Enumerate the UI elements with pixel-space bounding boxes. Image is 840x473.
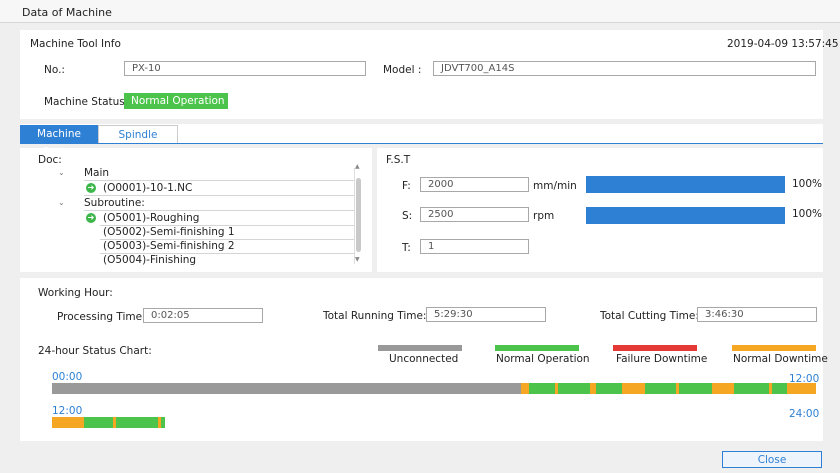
legend-swatch-failure-downtime xyxy=(613,345,697,351)
arrow-right-icon: ➜ xyxy=(86,183,96,193)
timeline-segment xyxy=(160,417,166,428)
doc-scrollbar-thumb[interactable] xyxy=(356,178,361,252)
tab-spindle[interactable]: Spindle xyxy=(98,125,178,143)
legend-label-normal-operation: Normal Operation xyxy=(496,353,590,365)
spindle-label: S: xyxy=(402,210,413,222)
tree-line xyxy=(84,210,354,211)
feed-label: F: xyxy=(402,180,411,192)
status-chart-title: 24-hour Status Chart: xyxy=(38,345,152,357)
legend-swatch-unconnected xyxy=(378,345,462,351)
datetime-display: 2019-04-09 13:57:45 xyxy=(727,38,839,50)
machine-status-label: Machine Status: xyxy=(44,96,129,108)
fst-title: F.S.T xyxy=(386,154,411,166)
processing-time-field[interactable]: 0:02:05 xyxy=(143,308,263,323)
timeline-segment xyxy=(558,383,590,394)
doc-label: Doc: xyxy=(38,154,62,166)
spindle-field[interactable]: 2500 xyxy=(420,207,529,222)
timeline-segment xyxy=(116,417,158,428)
feed-field[interactable]: 2000 xyxy=(420,177,529,192)
timeline-row-1 xyxy=(52,383,816,394)
tree-line xyxy=(84,195,354,196)
tree-item-sub-1[interactable]: (O5001)-Roughing xyxy=(103,212,199,224)
scroll-up-icon[interactable]: ▲ xyxy=(355,163,360,170)
model-field[interactable]: JDVT700_A14S xyxy=(433,61,816,76)
collapse-main-icon[interactable]: ⌄ xyxy=(58,168,65,177)
feed-rate-bar xyxy=(586,176,785,193)
tree-item-main-program[interactable]: (O0001)-10-1.NC xyxy=(103,182,192,194)
timeline-segment xyxy=(52,383,521,394)
spindle-unit: rpm xyxy=(533,210,555,222)
timeline-segment xyxy=(679,383,712,394)
timeline-segment xyxy=(644,383,676,394)
tree-item-sub-3[interactable]: (O5003)-Semi-finishing 2 xyxy=(103,240,235,252)
processing-time-label: Processing Time: xyxy=(57,311,146,323)
model-label: Model : xyxy=(383,64,422,76)
close-button[interactable]: Close xyxy=(722,451,822,468)
scroll-down-icon[interactable]: ▼ xyxy=(355,256,360,263)
feed-unit: mm/min xyxy=(533,180,577,192)
spindle-percent: 100% xyxy=(792,208,823,220)
section-title-machine-info: Machine Tool Info xyxy=(30,38,121,50)
no-field[interactable]: PX-10 xyxy=(124,61,366,76)
collapse-subroutine-icon[interactable]: ⌄ xyxy=(58,198,65,207)
tree-line xyxy=(84,180,354,181)
total-running-time-label: Total Running Time: xyxy=(323,310,427,322)
timeline-segment xyxy=(596,383,623,394)
tree-main-label: Main xyxy=(84,167,110,179)
spindle-speed-bar xyxy=(586,207,785,224)
total-cutting-time-label: Total Cutting Time: xyxy=(600,310,699,322)
tree-subroutine-label: Subroutine: xyxy=(84,197,145,209)
timeline-segment xyxy=(52,417,85,428)
timeline-segment xyxy=(711,383,734,394)
total-cutting-time-field[interactable]: 3:46:30 xyxy=(697,307,817,322)
tree-item-sub-2[interactable]: (O5002)-Semi-finishing 1 xyxy=(103,226,235,238)
legend-swatch-normal-operation xyxy=(495,345,579,351)
legend-swatch-normal-downtime xyxy=(732,345,816,351)
no-label: No.: xyxy=(44,64,65,76)
timeline-segment xyxy=(786,383,816,394)
window-title: Data of Machine xyxy=(22,6,112,19)
timeline-row-2 xyxy=(52,417,816,428)
arrow-right-icon: ➜ xyxy=(86,213,96,223)
timeline-segment xyxy=(520,383,529,394)
timeline-row1-start: 00:00 xyxy=(52,371,83,383)
timeline-segment xyxy=(733,383,769,394)
legend-label-normal-downtime: Normal Downtime xyxy=(733,353,828,365)
legend-label-failure-downtime: Failure Downtime xyxy=(616,353,708,365)
tab-machine-status[interactable]: Machine Status xyxy=(20,125,98,158)
window-titlebar: Data of Machine xyxy=(0,0,840,23)
feed-percent: 100% xyxy=(792,178,823,190)
tool-field[interactable]: 1 xyxy=(420,239,529,254)
timeline-row2-start: 12:00 xyxy=(52,405,83,417)
timeline-segment xyxy=(622,383,645,394)
total-running-time-field[interactable]: 5:29:30 xyxy=(426,307,546,322)
legend-label-unconnected: Unconnected xyxy=(389,353,459,365)
tree-item-sub-4[interactable]: (O5004)-Finishing xyxy=(103,254,196,266)
tab-divider xyxy=(20,143,823,144)
timeline-segment xyxy=(528,383,555,394)
tool-label: T: xyxy=(402,242,411,254)
timeline-segment xyxy=(772,383,787,394)
timeline-segment xyxy=(84,417,114,428)
machine-status-badge: Normal Operation xyxy=(124,93,228,109)
working-hour-title: Working Hour: xyxy=(38,287,113,299)
